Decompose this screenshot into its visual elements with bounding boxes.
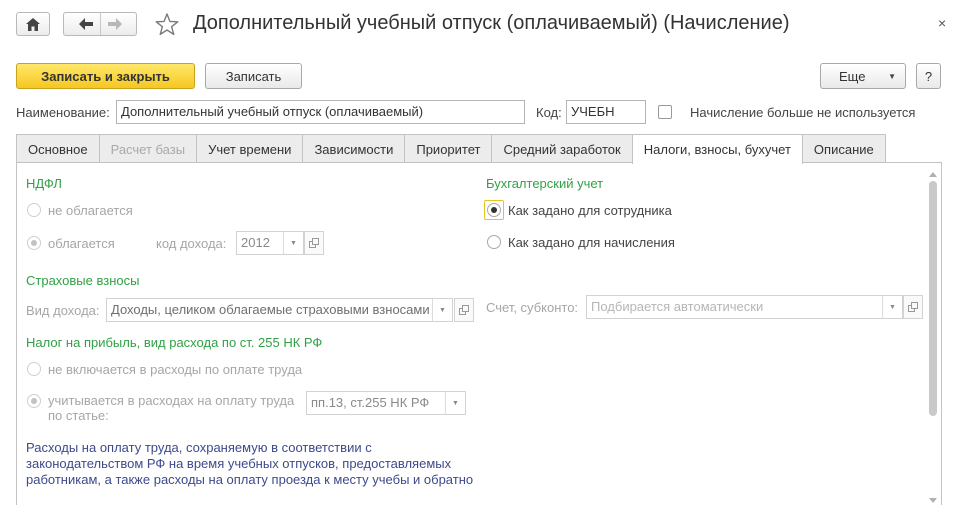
expense-article-field[interactable]: пп.13, ст.255 НК РФ ▼: [306, 391, 466, 415]
scroll-down-arrow-icon[interactable]: [929, 498, 937, 503]
ndfl-not-taxed-radio[interactable]: [27, 203, 41, 217]
income-type-open-button[interactable]: [454, 298, 474, 322]
tab-description[interactable]: Описание: [801, 134, 886, 163]
accounting-section-title: Бухгалтерский учет: [486, 176, 604, 191]
tab-bar: Основное Расчет базы Учет времени Зависи…: [16, 134, 886, 164]
forward-button[interactable]: [100, 13, 128, 35]
scroll-up-arrow-icon[interactable]: [929, 172, 937, 177]
chevron-down-icon[interactable]: ▼: [445, 392, 465, 414]
account-subconto-label: Счет, субконто:: [486, 300, 579, 315]
expense-description: Расходы на оплату труда, сохраняемую в с…: [26, 440, 496, 488]
save-button[interactable]: Записать: [205, 63, 302, 89]
income-type-label: Вид дохода:: [26, 303, 100, 318]
expense-description-line: работникам, а также расходы на оплату пр…: [26, 472, 474, 487]
name-label: Наименование:: [16, 105, 110, 120]
profit-tax-section-title: Налог на прибыль, вид расхода по ст. 255…: [26, 335, 323, 350]
profit-included-label-line2: по статье:: [48, 408, 109, 423]
save-and-close-button[interactable]: Записать и закрыть: [16, 63, 195, 89]
more-button[interactable]: Еще ▼: [820, 63, 906, 89]
profit-included-radio[interactable]: [27, 394, 41, 408]
close-icon[interactable]: ×: [938, 15, 946, 31]
income-code-value: 2012: [241, 235, 270, 250]
open-form-icon: [309, 238, 319, 248]
insurance-section-title: Страховые взносы: [26, 273, 140, 288]
home-icon: [26, 17, 40, 31]
tab-priority[interactable]: Приоритет: [404, 134, 493, 163]
accounting-employee-radio[interactable]: [487, 203, 501, 217]
income-type-field[interactable]: Доходы, целиком облагаемые страховыми вз…: [106, 298, 453, 322]
profit-not-included-radio[interactable]: [27, 362, 41, 376]
ndfl-taxed-label: облагается: [48, 236, 115, 251]
tab-average-earnings[interactable]: Средний заработок: [491, 134, 633, 163]
arrow-right-icon: [107, 18, 122, 30]
code-field[interactable]: УЧЕБН: [566, 100, 646, 124]
arrow-left-icon: [79, 18, 93, 30]
expense-description-line: законодательством РФ на время учебных от…: [26, 456, 452, 471]
expense-description-line: Расходы на оплату труда, сохраняемую в с…: [26, 440, 372, 455]
income-type-value: Доходы, целиком облагаемые страховыми вз…: [111, 302, 430, 317]
open-form-icon: [459, 305, 469, 315]
account-subconto-placeholder: Подбирается автоматически: [591, 299, 764, 314]
expense-article-value: пп.13, ст.255 НК РФ: [311, 395, 430, 410]
unused-checkbox[interactable]: [658, 105, 672, 119]
window-title: Дополнительный учебный отпуск (оплачивае…: [193, 12, 790, 34]
chevron-down-icon[interactable]: ▼: [432, 299, 452, 321]
name-field[interactable]: Дополнительный учебный отпуск (оплачивае…: [116, 100, 525, 124]
tab-dependencies[interactable]: Зависимости: [302, 134, 406, 163]
unused-label: Начисление больше не используется: [690, 105, 916, 120]
accounting-accrual-label: Как задано для начисления: [508, 235, 675, 250]
account-subconto-open-button[interactable]: [903, 295, 923, 319]
profit-included-label-line1: учитывается в расходах на оплату труда: [48, 393, 295, 408]
tab-base-calculation[interactable]: Расчет базы: [98, 134, 198, 163]
code-label: Код:: [536, 105, 562, 120]
ndfl-section-title: НДФЛ: [26, 176, 62, 191]
tab-main[interactable]: Основное: [16, 134, 100, 163]
back-button[interactable]: [72, 13, 100, 35]
more-button-label: Еще: [839, 68, 866, 84]
income-code-open-button[interactable]: [304, 231, 324, 255]
profit-not-included-label: не включается в расходы по оплате труда: [48, 362, 303, 377]
home-button[interactable]: [16, 12, 50, 36]
income-code-label: код дохода:: [156, 236, 227, 251]
history-navigation: [63, 12, 137, 36]
ndfl-taxed-radio[interactable]: [27, 236, 41, 250]
income-code-field[interactable]: 2012 ▼: [236, 231, 304, 255]
accounting-accrual-radio[interactable]: [487, 235, 501, 249]
tab-time-accounting[interactable]: Учет времени: [196, 134, 304, 163]
chevron-down-icon[interactable]: ▼: [283, 232, 303, 254]
ndfl-not-taxed-label: не облагается: [48, 203, 133, 218]
help-button[interactable]: ?: [916, 63, 941, 89]
open-form-icon: [908, 302, 918, 312]
account-subconto-field[interactable]: Подбирается автоматически ▼: [586, 295, 903, 319]
chevron-down-icon[interactable]: ▼: [882, 296, 902, 318]
tab-taxes-contributions-accounting[interactable]: Налоги, взносы, бухучет: [631, 134, 803, 164]
scrollbar-thumb[interactable]: [929, 181, 937, 416]
favorite-star-icon[interactable]: [155, 13, 179, 36]
dropdown-arrow-icon: ▼: [888, 72, 896, 81]
accounting-employee-label: Как задано для сотрудника: [508, 203, 672, 218]
